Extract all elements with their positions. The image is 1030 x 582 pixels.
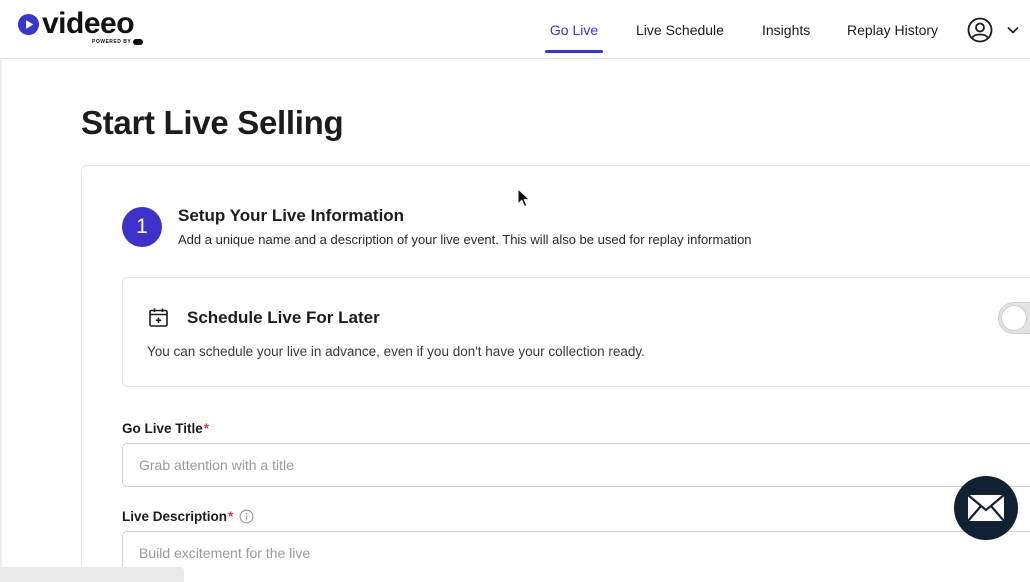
step-title: Setup Your Live Information xyxy=(178,206,405,225)
user-circle-icon[interactable] xyxy=(967,17,993,43)
top-header: videeo POWERED BY Go Live Live Schedule … xyxy=(0,0,1030,59)
chevron-down-icon[interactable] xyxy=(1005,22,1021,38)
page-title: Start Live Selling xyxy=(81,104,344,141)
schedule-later-panel xyxy=(122,277,1030,387)
live-description-label: Live Description * xyxy=(122,509,254,524)
nav-go-live[interactable]: Go Live xyxy=(545,0,603,59)
play-logo-icon xyxy=(17,13,40,36)
left-rail xyxy=(0,60,2,582)
contact-mail-button[interactable] xyxy=(954,476,1018,540)
toggle-knob xyxy=(1001,305,1027,331)
mail-icon xyxy=(967,494,1005,522)
required-asterisk: * xyxy=(228,509,234,524)
nav-insights[interactable]: Insights xyxy=(762,0,810,59)
powered-by-mark xyxy=(133,39,144,45)
active-tab-indicator xyxy=(545,50,603,53)
go-live-title-label: Go Live Title * xyxy=(122,421,210,436)
info-icon[interactable] xyxy=(239,509,254,524)
schedule-later-title: Schedule Live For Later xyxy=(187,308,380,327)
schedule-later-toggle[interactable] xyxy=(998,302,1030,334)
calendar-plus-icon xyxy=(149,308,168,327)
required-asterisk: * xyxy=(203,421,210,436)
logo-wordmark: videeo xyxy=(42,7,135,40)
go-live-title-input[interactable] xyxy=(122,443,1030,487)
schedule-later-description: You can schedule your live in advance, e… xyxy=(147,344,645,359)
nav-replay-history[interactable]: Replay History xyxy=(847,0,938,59)
nav-live-schedule[interactable]: Live Schedule xyxy=(636,0,724,59)
step-description: Add a unique name and a description of y… xyxy=(178,232,752,247)
mouse-pointer-icon xyxy=(517,188,531,208)
live-description-input[interactable] xyxy=(122,531,1030,582)
step-number-badge: 1 xyxy=(122,207,162,247)
horizontal-scrollbar[interactable] xyxy=(0,567,184,582)
powered-by-label: POWERED BY xyxy=(92,39,144,45)
